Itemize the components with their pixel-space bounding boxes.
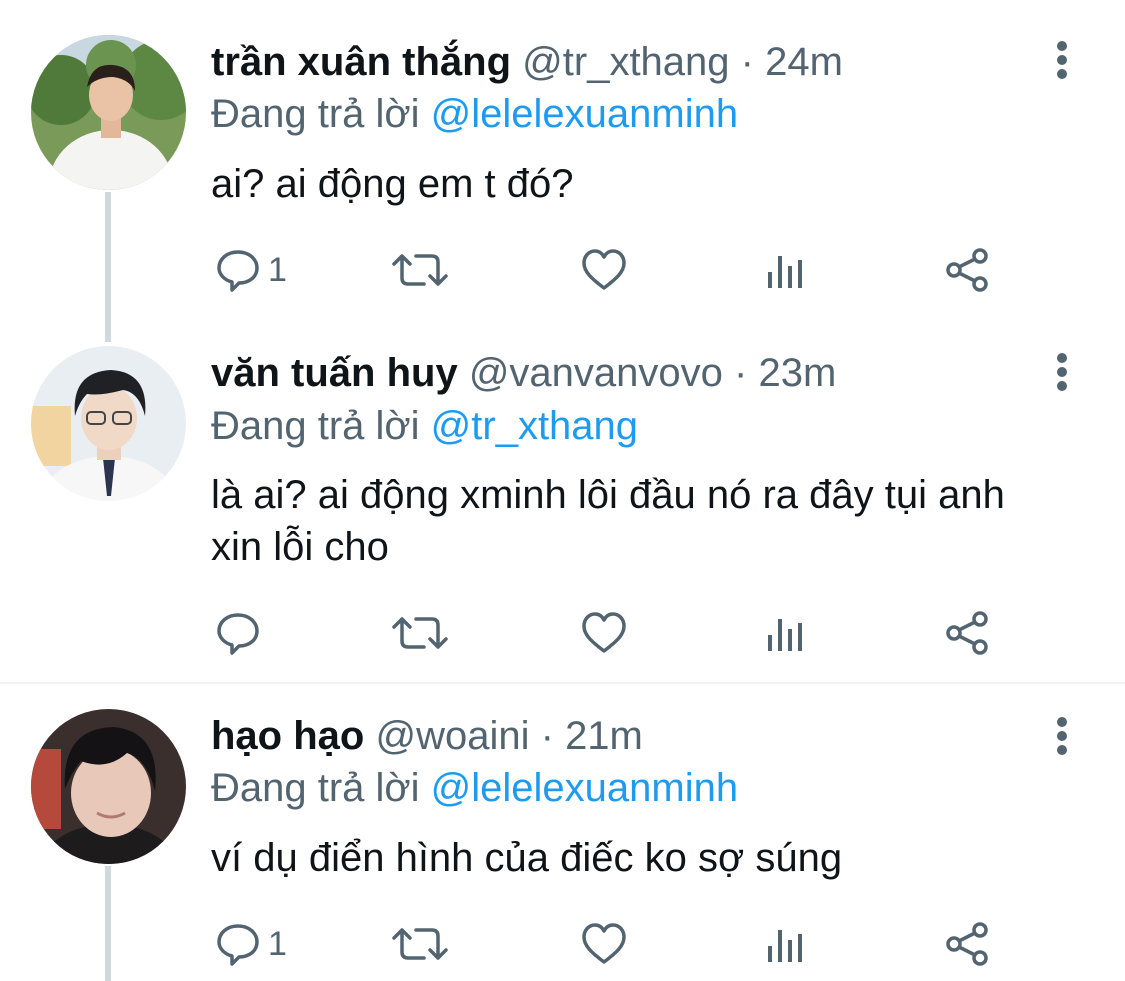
mention-link[interactable]: @lelelexuanminh xyxy=(431,766,738,810)
more-options-button[interactable] xyxy=(1040,714,1084,758)
display-name[interactable]: hạo hạo xyxy=(211,714,364,758)
avatar-photo xyxy=(31,709,186,864)
like-button[interactable] xyxy=(580,914,628,974)
heart-icon xyxy=(582,923,626,964)
avatar[interactable] xyxy=(31,709,186,864)
reply-count: 1 xyxy=(268,924,287,963)
analytics-bars-icon xyxy=(768,930,802,962)
replying-to: Đang trả lời @lelelexuanminh xyxy=(211,762,738,814)
reply-button[interactable]: 1 xyxy=(214,914,287,974)
tweet-3[interactable]: hạo hạo @woaini · 21m Đang trả lời @lele… xyxy=(0,0,1125,981)
share-button[interactable] xyxy=(944,914,992,974)
more-vertical-icon xyxy=(1057,717,1067,755)
retweet-button[interactable] xyxy=(390,914,450,974)
action-bar: 1 xyxy=(0,914,1125,974)
user-handle[interactable]: @woaini xyxy=(375,714,529,758)
tweet-header: hạo hạo @woaini · 21m xyxy=(211,710,643,762)
views-button[interactable] xyxy=(764,914,808,974)
share-icon xyxy=(946,922,988,966)
timestamp[interactable]: 21m xyxy=(565,714,643,758)
retweet-icon xyxy=(392,928,448,960)
tweet-text: ví dụ điển hình của điếc ko sợ súng xyxy=(211,836,843,880)
reply-bubble-icon xyxy=(217,924,259,966)
separator-dot: · xyxy=(540,714,554,758)
replying-to-label: Đang trả lời xyxy=(211,766,431,810)
